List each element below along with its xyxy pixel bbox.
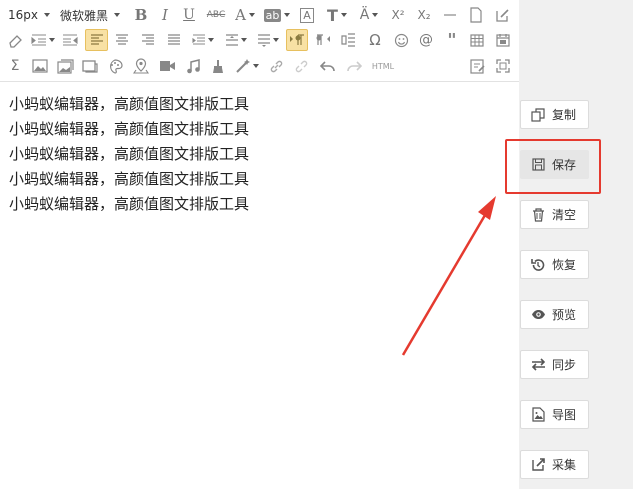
restore-label: 恢复 [552, 258, 577, 272]
chevron-down-icon [208, 38, 214, 42]
image-icon[interactable] [30, 55, 50, 77]
trash-icon [531, 207, 545, 222]
bold-icon[interactable]: B [132, 4, 150, 26]
rich-text-editor: 16px 微软雅黑 B I U ABC A ab A T Ä X² X₂ Ω @… [0, 0, 519, 489]
sync-icon [531, 358, 545, 372]
superscript-icon[interactable]: X² [388, 4, 408, 26]
redo-icon[interactable] [344, 55, 364, 77]
quote-icon[interactable]: " [442, 29, 462, 51]
preview-label: 预览 [552, 308, 577, 322]
justify-icon[interactable] [164, 29, 184, 51]
chevron-down-icon [372, 13, 379, 17]
font-size-select[interactable]: 16px [8, 4, 54, 26]
preview-button[interactable]: 预览 [520, 300, 589, 329]
font-family-value: 微软雅黑 [60, 8, 109, 23]
collect-label: 采集 [552, 458, 577, 472]
music-icon[interactable] [183, 55, 203, 77]
font-family-select[interactable]: 微软雅黑 [60, 4, 128, 26]
chevron-down-icon [241, 38, 247, 42]
editor-content[interactable]: 小蚂蚁编辑器，高颜值图文排版工具 小蚂蚁编辑器，高颜值图文排版工具 小蚂蚁编辑器… [0, 82, 519, 217]
chevron-down-icon [44, 13, 50, 17]
align-left-icon[interactable] [85, 29, 108, 51]
content-line[interactable]: 小蚂蚁编辑器，高颜值图文排版工具 [0, 142, 519, 167]
copy-label: 复制 [552, 108, 577, 122]
chevron-down-icon [114, 13, 121, 17]
new-doc-icon[interactable] [466, 4, 486, 26]
magic-icon[interactable] [232, 55, 262, 77]
copy-button[interactable]: 复制 [520, 100, 589, 129]
table-icon[interactable] [338, 29, 358, 51]
collect-button[interactable]: 采集 [520, 450, 589, 479]
omega-icon[interactable]: Ω [365, 29, 385, 51]
collect-icon [531, 458, 545, 472]
indent-icon[interactable] [29, 29, 57, 51]
chevron-down-icon [284, 13, 291, 17]
editor-toolbar: 16px 微软雅黑 B I U ABC A ab A T Ä X² X₂ Ω @… [0, 0, 519, 82]
image-gallery-icon[interactable] [55, 55, 75, 77]
content-line[interactable]: 小蚂蚁编辑器，高颜值图文排版工具 [0, 192, 519, 217]
font-size-icon[interactable]: Ä [356, 4, 382, 26]
grid-icon[interactable] [467, 29, 487, 51]
chevron-down-icon [273, 38, 279, 42]
paragraph-spacing-icon[interactable] [254, 29, 282, 51]
chevron-down-icon [253, 64, 259, 68]
html-icon[interactable]: HTML [370, 55, 396, 77]
eye-icon [531, 308, 545, 322]
restore-icon [531, 258, 545, 272]
content-line[interactable]: 小蚂蚁编辑器，高颜值图文排版工具 [0, 167, 519, 192]
horizontal-rule-icon[interactable] [440, 4, 460, 26]
edit-icon[interactable] [492, 4, 512, 26]
align-right-icon[interactable] [138, 29, 158, 51]
title-icon[interactable]: T [324, 4, 350, 26]
sync-button[interactable]: 同步 [520, 350, 589, 379]
clear-button[interactable]: 清空 [520, 200, 589, 229]
subscript-icon[interactable]: X₂ [414, 4, 434, 26]
content-line[interactable]: 小蚂蚁编辑器，高颜值图文排版工具 [0, 117, 519, 142]
content-line[interactable]: 小蚂蚁编辑器，高颜值图文排版工具 [0, 92, 519, 117]
eraser-icon[interactable] [5, 29, 25, 51]
note-icon[interactable] [467, 55, 487, 77]
palette-icon[interactable] [105, 55, 125, 77]
line-height-icon[interactable] [222, 29, 250, 51]
underline-icon[interactable]: U [180, 4, 198, 26]
export-image-icon [531, 407, 545, 422]
clear-label: 清空 [552, 208, 577, 222]
map-pin-icon[interactable] [131, 55, 151, 77]
brush-icon[interactable] [208, 55, 228, 77]
restore-button[interactable]: 恢复 [520, 250, 589, 279]
highlight-icon[interactable]: ab [262, 4, 292, 26]
chevron-down-icon [49, 38, 55, 42]
export-image-button[interactable]: 导图 [520, 400, 589, 429]
fullscreen-icon[interactable] [493, 55, 513, 77]
at-icon[interactable]: @ [416, 29, 436, 51]
video-icon[interactable] [157, 55, 177, 77]
border-text-icon[interactable]: A [298, 4, 316, 26]
annotation-highlight-box [505, 139, 601, 194]
rtl-icon[interactable] [313, 29, 333, 51]
html-label: HTML [371, 61, 395, 71]
strikethrough-icon[interactable]: ABC [204, 4, 228, 26]
italic-icon[interactable]: I [156, 4, 174, 26]
undo-icon[interactable] [318, 55, 338, 77]
align-center-icon[interactable] [112, 29, 132, 51]
sync-label: 同步 [552, 358, 577, 372]
video-frame-icon[interactable] [80, 55, 100, 77]
ltr-icon[interactable] [286, 29, 308, 51]
calendar-icon[interactable] [493, 29, 513, 51]
chevron-down-icon [248, 13, 255, 17]
font-color-icon[interactable]: A [232, 4, 258, 26]
sum-icon[interactable]: Σ [5, 55, 25, 77]
font-size-value: 16px [8, 8, 38, 22]
link-icon[interactable] [266, 55, 286, 77]
unlink-icon[interactable] [292, 55, 312, 77]
letter-spacing-icon[interactable] [189, 29, 217, 51]
chevron-down-icon [340, 13, 347, 17]
export-image-label: 导图 [552, 408, 577, 422]
copy-icon [531, 107, 545, 122]
outdent-icon[interactable] [60, 29, 80, 51]
emoji-icon[interactable] [391, 29, 411, 51]
